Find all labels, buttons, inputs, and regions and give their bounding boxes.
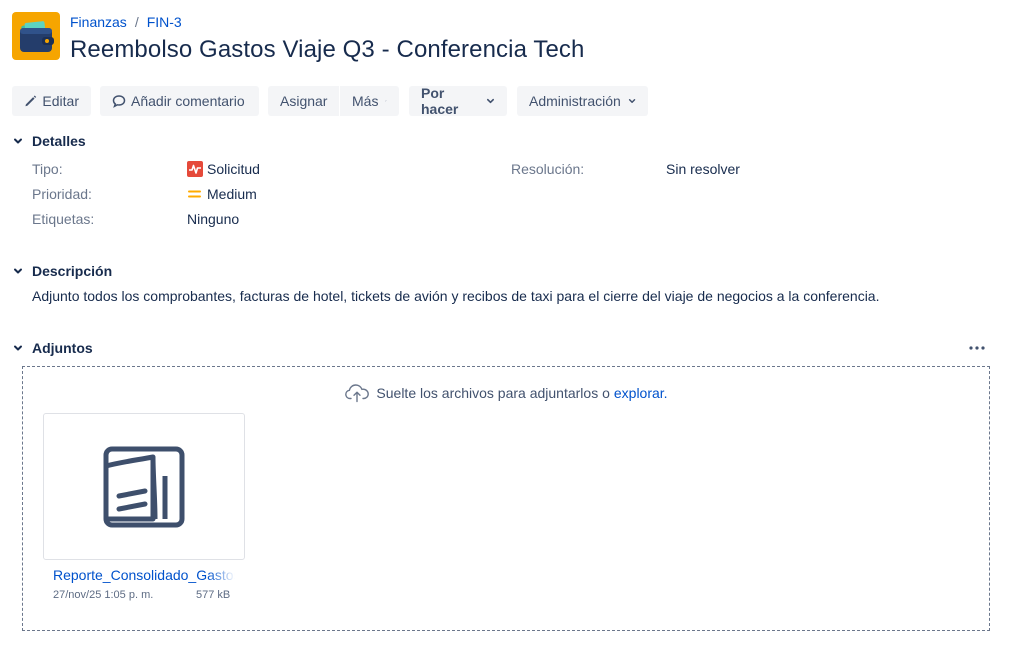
assign-button[interactable]: Asignar [268,86,339,116]
browse-files-link[interactable]: explorar. [614,385,668,401]
description-heading: Descripción [32,263,113,279]
labels-label: Etiquetas: [32,211,95,227]
attachment-size: 577 kB [196,589,231,601]
document-icon [103,446,185,527]
edit-button-label: Editar [42,93,79,109]
resolution-value: Sin resolver [666,161,740,177]
type-value-text: Solicitud [207,161,260,177]
priority-value: Medium [187,186,257,202]
dropzone-message: Suelte los archivos para adjuntarlos o e… [23,383,989,403]
chevron-down-icon [14,268,22,274]
administration-dropdown[interactable]: Administración [517,86,648,116]
request-icon [187,161,203,177]
workflow-status-label: Por hacer [421,85,459,117]
attachment-date: 27/nov/25 1:05 p. m. [53,589,154,601]
chevron-down-icon [14,345,22,351]
breadcrumb-separator: / [134,14,139,30]
breadcrumb-issue-key-link[interactable]: FIN-3 [147,14,182,30]
more-icon [969,346,985,350]
project-avatar[interactable] [12,12,60,60]
attachment-thumbnail[interactable] [43,413,245,560]
details-section-toggle[interactable]: Detalles [12,133,86,149]
labels-value: Ninguno [187,211,240,227]
breadcrumb: Finanzas / FIN-3 [70,14,182,30]
edit-button[interactable]: Editar [12,86,91,116]
type-value: Solicitud [187,161,260,177]
issue-title[interactable]: Reembolso Gastos Viaje Q3 - Conferencia … [70,34,584,66]
more-actions-label: Más [352,93,379,109]
administration-label: Administración [529,93,621,109]
attachments-dropzone[interactable]: Suelte los archivos para adjuntarlos o e… [22,366,990,631]
attachments-section-toggle[interactable]: Adjuntos [12,340,93,356]
attachment-file-name-link[interactable]: Reporte_Consolidado_Gastos [53,567,235,583]
priority-label: Prioridad: [32,186,92,202]
breadcrumb-project-link[interactable]: Finanzas [70,14,127,30]
priority-medium-icon [188,190,201,198]
attachments-more-button[interactable] [966,338,988,358]
wallet-icon [20,21,54,52]
chevron-down-icon [14,138,22,144]
description-text[interactable]: Adjunto todos los comprobantes, facturas… [32,288,880,304]
more-actions-dropdown[interactable]: Más [340,86,399,116]
cloud-upload-icon [345,384,370,403]
type-label: Tipo: [32,161,63,177]
comment-icon [112,95,126,108]
dropzone-text: Suelte los archivos para adjuntarlos o [376,385,610,401]
priority-value-text: Medium [207,186,257,202]
add-comment-button[interactable]: Añadir comentario [100,86,259,116]
resolution-label: Resolución: [511,161,585,177]
issue-toolbar: Editar Añadir comentario Asignar Más Por… [12,85,648,117]
pencil-icon [25,95,37,107]
workflow-status-dropdown[interactable]: Por hacer [409,85,507,117]
chevron-down-icon [385,100,387,102]
description-section-toggle[interactable]: Descripción [12,263,112,279]
attachments-heading: Adjuntos [32,340,93,356]
details-heading: Detalles [32,133,86,149]
chevron-down-icon [628,99,636,103]
add-comment-button-label: Añadir comentario [131,93,245,109]
assign-button-label: Asignar [280,93,328,109]
chevron-down-icon [487,98,495,104]
